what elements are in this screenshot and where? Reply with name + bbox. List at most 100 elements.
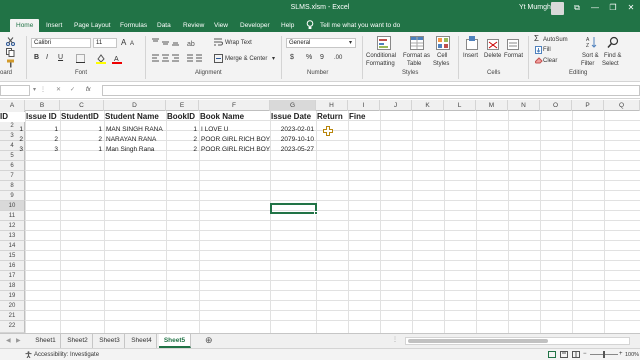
scroll-tabs-right-icon[interactable]: ▶ (16, 337, 21, 345)
ribbon-display-icon[interactable]: ⧉ (570, 2, 584, 14)
fx-icon[interactable]: fx (86, 86, 91, 94)
currency-button[interactable]: $ (290, 54, 294, 62)
row-header[interactable]: 11 (0, 211, 25, 221)
underline-button[interactable]: U (58, 54, 63, 62)
grow-font-button[interactable]: A (121, 39, 126, 47)
column-header[interactable]: L (444, 100, 476, 111)
autosum-button[interactable]: AutoSum (543, 36, 568, 44)
cell-id[interactable]: 3 (0, 145, 25, 155)
column-header[interactable]: B (25, 100, 60, 111)
percent-button[interactable]: % (306, 54, 312, 62)
close-button[interactable]: ✕ (624, 2, 638, 14)
row-header[interactable]: 9 (0, 191, 25, 201)
borders-icon[interactable] (76, 54, 85, 65)
sort-filter-label[interactable]: Filter (581, 60, 594, 68)
delete-cells-button[interactable]: Delete (484, 52, 501, 60)
sheet-tab-sheet5[interactable]: Sheet5 (159, 334, 191, 348)
horizontal-scrollbar[interactable] (405, 337, 630, 345)
cell-student-name[interactable]: Man Singh Rana (106, 145, 166, 155)
accessibility-status[interactable]: Accessibility: Investigate (34, 351, 99, 359)
zoom-out-button[interactable]: − (583, 350, 587, 358)
cell-student-id[interactable]: 1 (61, 125, 104, 135)
align-top-icon[interactable] (152, 38, 180, 49)
row-header[interactable]: 21 (0, 311, 25, 321)
column-header[interactable]: M (476, 100, 508, 111)
column-header[interactable]: D (104, 100, 166, 111)
row-header[interactable]: 13 (0, 231, 25, 241)
cell-issue-date[interactable]: 2023-02-01 (271, 125, 316, 135)
scroll-tabs-left-icon[interactable]: ◀ (6, 337, 11, 345)
row-header[interactable]: 10 (0, 201, 25, 211)
comma-button[interactable]: 9 (320, 54, 324, 62)
cancel-icon[interactable]: ✕ (56, 86, 61, 94)
cell-book-name[interactable]: POOR GIRL RICH BOYS (201, 145, 270, 155)
row-header[interactable]: 17 (0, 271, 25, 281)
tab-help[interactable]: Help (281, 19, 294, 32)
cell-issue-date[interactable]: 2023-05-27 (271, 145, 316, 155)
align-left-icon[interactable] (152, 54, 180, 65)
row-header[interactable]: 12 (0, 221, 25, 231)
tab-insert[interactable]: Insert (46, 19, 62, 32)
row-header[interactable]: 7 (0, 171, 25, 181)
cell-book-name[interactable]: I LOVE U (201, 125, 270, 135)
add-sheet-button[interactable]: ⊕ (205, 336, 213, 345)
italic-button[interactable]: I (46, 54, 48, 62)
font-size-select[interactable]: 11 (93, 38, 117, 48)
header-cell-issue-date[interactable]: Issue Date (271, 112, 316, 122)
insert-cells-button[interactable]: Insert (463, 52, 478, 60)
column-header[interactable]: K (412, 100, 444, 111)
zoom-in-button[interactable]: + (619, 350, 623, 358)
column-header[interactable]: N (508, 100, 540, 111)
bold-button[interactable]: B (34, 54, 39, 62)
column-header[interactable]: G (270, 100, 316, 111)
row-header[interactable]: 18 (0, 281, 25, 291)
row-header[interactable]: 6 (0, 161, 25, 171)
cell-issue-id[interactable]: 3 (26, 145, 60, 155)
cell-student-id[interactable]: 1 (61, 145, 104, 155)
scrollbar-thumb[interactable] (408, 339, 548, 343)
cell-student-id[interactable]: 2 (61, 135, 104, 145)
user-name[interactable]: Yt Mumgh (519, 4, 551, 11)
row-header[interactable]: 20 (0, 301, 25, 311)
restore-button[interactable]: ❐ (606, 2, 620, 14)
cell-issue-id[interactable]: 2 (26, 135, 60, 145)
fill-button[interactable]: Fill (543, 46, 551, 54)
avatar[interactable] (551, 2, 564, 15)
find-select-label[interactable]: Select (602, 60, 619, 68)
clear-button[interactable]: Clear (543, 57, 557, 65)
cell-student-name[interactable]: MAN SINGH RANA (106, 125, 166, 135)
name-box[interactable] (0, 85, 30, 96)
font-color-icon[interactable]: A (112, 54, 122, 66)
column-header[interactable]: F (199, 100, 270, 111)
row-header[interactable]: 15 (0, 251, 25, 261)
indent-icon[interactable] (185, 54, 203, 65)
cell-book-id[interactable]: 2 (167, 135, 199, 145)
tab-review[interactable]: Review (183, 19, 204, 32)
enter-icon[interactable]: ✓ (70, 86, 75, 94)
row-header[interactable]: 14 (0, 241, 25, 251)
header-cell-issue-id[interactable]: Issue ID (26, 112, 60, 122)
format-cells-button[interactable]: Format (504, 52, 523, 60)
page-layout-view-icon[interactable] (560, 351, 568, 360)
row-header[interactable]: 8 (0, 181, 25, 191)
zoom-slider-thumb[interactable] (603, 351, 605, 358)
minimize-button[interactable]: — (588, 2, 602, 14)
cell-book-id[interactable]: 2 (167, 145, 199, 155)
header-cell-book-id[interactable]: BookID (167, 112, 199, 122)
row-header[interactable]: 19 (0, 291, 25, 301)
cell-student-name[interactable]: NARAYAN RANA (106, 135, 166, 145)
column-header[interactable]: A (0, 100, 25, 111)
normal-view-icon[interactable] (548, 351, 556, 360)
conditional-formatting-button[interactable]: Conditional (366, 52, 396, 60)
shrink-font-button[interactable]: A (130, 40, 134, 48)
column-header[interactable]: C (60, 100, 104, 111)
cell-id[interactable]: 1 (0, 125, 25, 135)
cell-id[interactable]: 2 (0, 135, 25, 145)
sheet-tab-sheet1[interactable]: Sheet1 (31, 334, 61, 348)
decimal-button[interactable]: .00 (334, 54, 342, 62)
format-as-table-button[interactable]: Format as (403, 52, 430, 60)
format-painter-icon[interactable] (6, 59, 15, 70)
cell-issue-date[interactable]: 2079-10-10 (271, 135, 316, 145)
sheet-tab-sheet2[interactable]: Sheet2 (63, 334, 93, 348)
page-break-view-icon[interactable] (572, 351, 580, 360)
